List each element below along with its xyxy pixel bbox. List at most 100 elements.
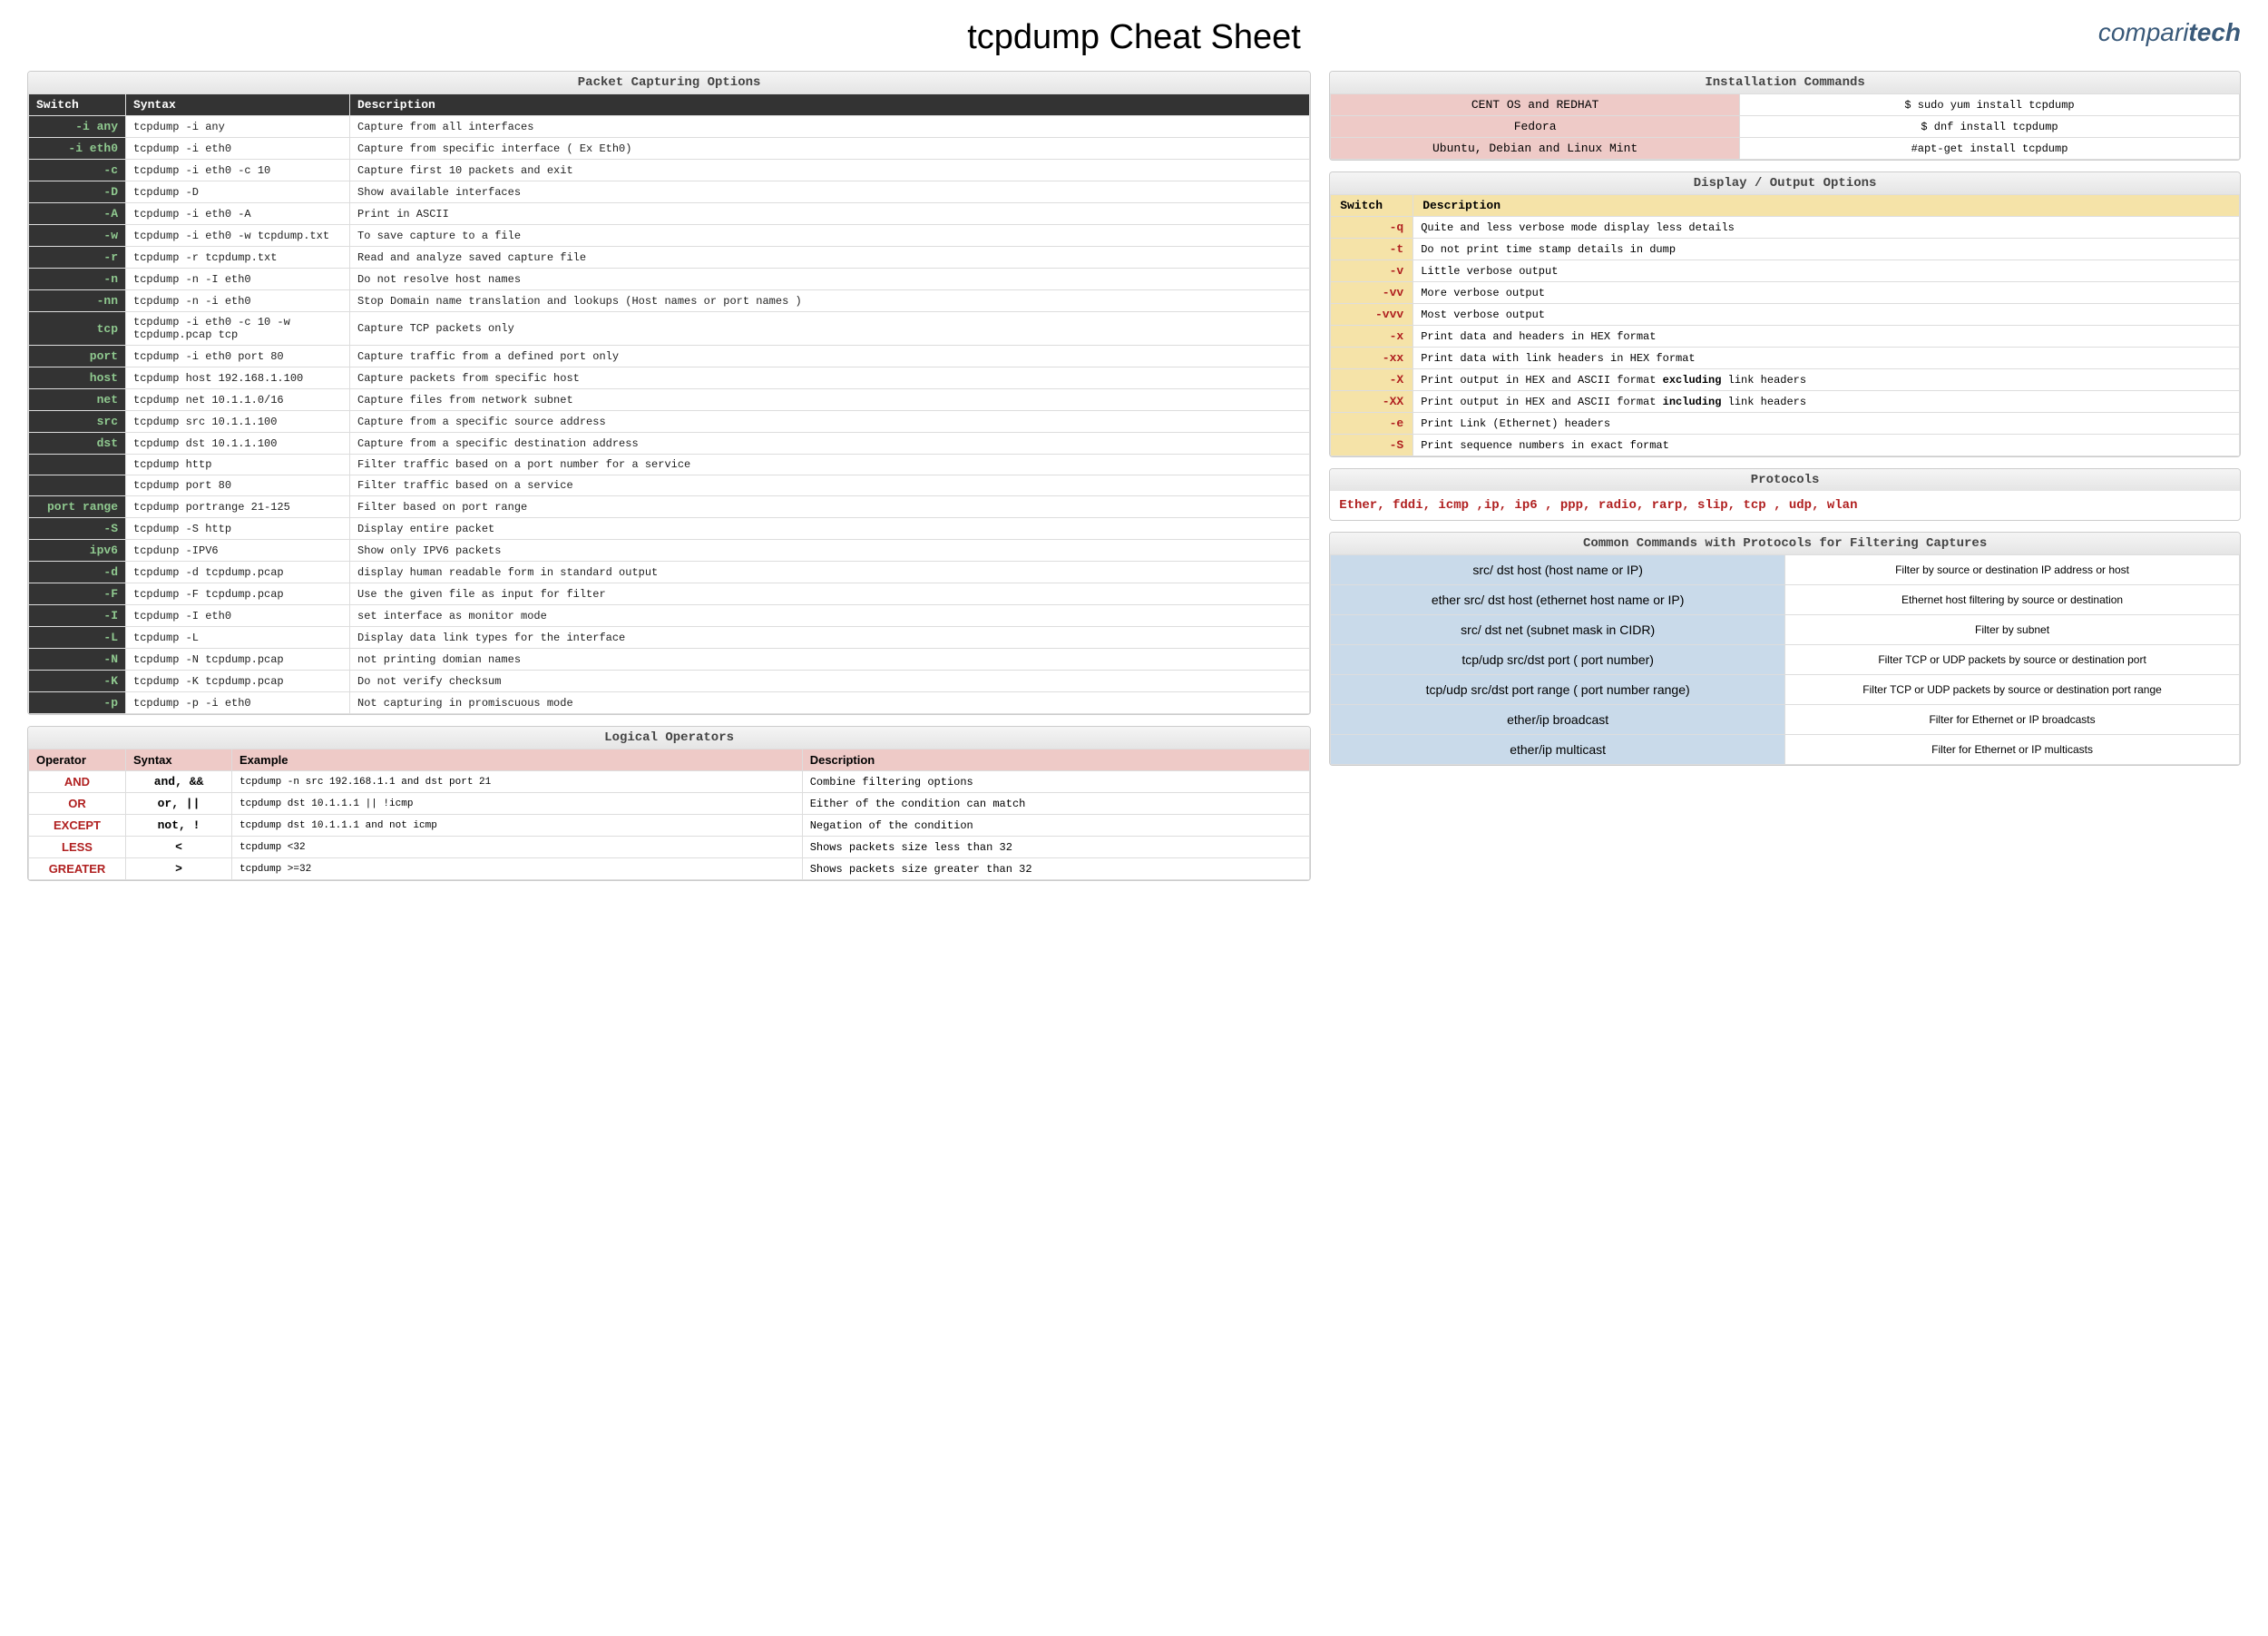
pco-syntax: tcpdump -i eth0	[126, 138, 350, 160]
pco-switch: ipv6	[29, 540, 126, 562]
table-row: -tDo not print time stamp details in dum…	[1331, 239, 2240, 260]
do-desc: Print output in HEX and ASCII format exc…	[1413, 369, 2240, 391]
do-desc: Print output in HEX and ASCII format inc…	[1413, 391, 2240, 413]
table-row: -ptcpdump -p -i eth0Not capturing in pro…	[29, 692, 1310, 714]
pco-switch	[29, 455, 126, 475]
table-row: -Ntcpdump -N tcpdump.pcapnot printing do…	[29, 649, 1310, 671]
table-row: hosttcpdump host 192.168.1.100Capture pa…	[29, 367, 1310, 389]
install-os: Ubuntu, Debian and Linux Mint	[1331, 138, 1740, 160]
pco-switch: -n	[29, 269, 126, 290]
table-row: -Atcpdump -i eth0 -APrint in ASCII	[29, 203, 1310, 225]
logical-header-row: Operator Syntax Example Description	[29, 749, 1310, 771]
logo-part2: tech	[2188, 18, 2241, 46]
pco-syntax: tcpdump -N tcpdump.pcap	[126, 649, 350, 671]
do-switch: -xx	[1331, 348, 1413, 369]
lo-operator: EXCEPT	[29, 815, 126, 837]
table-row: -vLittle verbose output	[1331, 260, 2240, 282]
table-row: -Ltcpdump -LDisplay data link types for …	[29, 627, 1310, 649]
cc-desc: Filter by subnet	[1785, 615, 2240, 645]
lo-example: tcpdump >=32	[232, 858, 803, 880]
table-row: port rangetcpdump portrange 21-125Filter…	[29, 496, 1310, 518]
table-row: -XPrint output in HEX and ASCII format e…	[1331, 369, 2240, 391]
pco-switch: -i any	[29, 116, 126, 138]
table-row: nettcpdump net 10.1.1.0/16Capture files …	[29, 389, 1310, 411]
install-cmd: $ sudo yum install tcpdump	[1740, 94, 2240, 116]
lo-desc: Shows packets size greater than 32	[802, 858, 1309, 880]
install-title: Installation Commands	[1330, 72, 2240, 93]
pco-desc: Capture from specific interface ( Ex Eth…	[350, 138, 1310, 160]
install-cmd: $ dnf install tcpdump	[1740, 116, 2240, 138]
pco-desc: Capture TCP packets only	[350, 312, 1310, 346]
table-row: tcp/udp src/dst port range ( port number…	[1331, 675, 2240, 705]
pco-switch: src	[29, 411, 126, 433]
do-switch: -v	[1331, 260, 1413, 282]
lo-operator: LESS	[29, 837, 126, 858]
logical-operators-panel: Logical Operators Operator Syntax Exampl…	[27, 726, 1311, 881]
pco-desc: Show only IPV6 packets	[350, 540, 1310, 562]
pco-header-syntax: Syntax	[126, 94, 350, 116]
display-table: Switch Description -qQuite and less verb…	[1330, 194, 2240, 456]
lo-header-example: Example	[232, 749, 803, 771]
table-row: srctcpdump src 10.1.1.100Capture from a …	[29, 411, 1310, 433]
pco-desc: Filter traffic based on a port number fo…	[350, 455, 1310, 475]
cc-desc: Filter TCP or UDP packets by source or d…	[1785, 645, 2240, 675]
common-table: src/ dst host (host name or IP)Filter by…	[1330, 554, 2240, 765]
pco-syntax: tcpdump portrange 21-125	[126, 496, 350, 518]
pco-switch: -nn	[29, 290, 126, 312]
lo-syntax: or, ||	[126, 793, 232, 815]
pco-syntax: tcpdump -L	[126, 627, 350, 649]
table-row: -Stcpdump -S httpDisplay entire packet	[29, 518, 1310, 540]
cc-desc: Filter for Ethernet or IP broadcasts	[1785, 705, 2240, 735]
table-row: -SPrint sequence numbers in exact format	[1331, 435, 2240, 456]
table-row: porttcpdump -i eth0 port 80Capture traff…	[29, 346, 1310, 367]
pco-switch: -K	[29, 671, 126, 692]
do-switch: -q	[1331, 217, 1413, 239]
table-row: -vvMore verbose output	[1331, 282, 2240, 304]
lo-syntax: and, &&	[126, 771, 232, 793]
table-row: CENT OS and REDHAT$ sudo yum install tcp…	[1331, 94, 2240, 116]
cc-desc: Ethernet host filtering by source or des…	[1785, 585, 2240, 615]
do-switch: -XX	[1331, 391, 1413, 413]
pco-syntax: tcpdunp -IPV6	[126, 540, 350, 562]
pco-syntax: tcpdump -i any	[126, 116, 350, 138]
table-row: Fedora$ dnf install tcpdump	[1331, 116, 2240, 138]
pco-header-row: Switch Syntax Description	[29, 94, 1310, 116]
table-row: -nntcpdump -n -i eth0Stop Domain name tr…	[29, 290, 1310, 312]
do-desc: Quite and less verbose mode display less…	[1413, 217, 2240, 239]
pco-syntax: tcpdump src 10.1.1.100	[126, 411, 350, 433]
pco-switch: tcp	[29, 312, 126, 346]
pco-syntax: tcpdump -r tcpdump.txt	[126, 247, 350, 269]
do-header-switch: Switch	[1331, 195, 1413, 217]
lo-example: tcpdump dst 10.1.1.1 || !icmp	[232, 793, 803, 815]
cc-command: ether/ip broadcast	[1331, 705, 1785, 735]
cc-desc: Filter by source or destination IP addre…	[1785, 555, 2240, 585]
pco-syntax: tcpdump net 10.1.1.0/16	[126, 389, 350, 411]
table-row: -Dtcpdump -DShow available interfaces	[29, 181, 1310, 203]
do-desc: Do not print time stamp details in dump	[1413, 239, 2240, 260]
pco-switch: -S	[29, 518, 126, 540]
lo-header-desc: Description	[802, 749, 1309, 771]
table-row: -ePrint Link (Ethernet) headers	[1331, 413, 2240, 435]
pco-desc: Capture from a specific destination addr…	[350, 433, 1310, 455]
table-row: dsttcpdump dst 10.1.1.100Capture from a …	[29, 433, 1310, 455]
cc-command: tcp/udp src/dst port range ( port number…	[1331, 675, 1785, 705]
pco-switch: -A	[29, 203, 126, 225]
table-row: -xPrint data and headers in HEX format	[1331, 326, 2240, 348]
install-os: CENT OS and REDHAT	[1331, 94, 1740, 116]
pco-switch: -F	[29, 583, 126, 605]
table-row: -rtcpdump -r tcpdump.txtRead and analyze…	[29, 247, 1310, 269]
install-cmd: #apt-get install tcpdump	[1740, 138, 2240, 160]
lo-header-op: Operator	[29, 749, 126, 771]
table-row: src/ dst host (host name or IP)Filter by…	[1331, 555, 2240, 585]
pco-syntax: tcpdump -i eth0 -A	[126, 203, 350, 225]
display-header-row: Switch Description	[1331, 195, 2240, 217]
pco-desc: Capture files from network subnet	[350, 389, 1310, 411]
pco-switch: port range	[29, 496, 126, 518]
pco-syntax: tcpdump http	[126, 455, 350, 475]
pco-switch: -d	[29, 562, 126, 583]
pco-desc: Do not verify checksum	[350, 671, 1310, 692]
pco-desc: Capture packets from specific host	[350, 367, 1310, 389]
cc-desc: Filter TCP or UDP packets by source or d…	[1785, 675, 2240, 705]
table-row: ether/ip multicastFilter for Ethernet or…	[1331, 735, 2240, 765]
do-desc: Print data with link headers in HEX form…	[1413, 348, 2240, 369]
